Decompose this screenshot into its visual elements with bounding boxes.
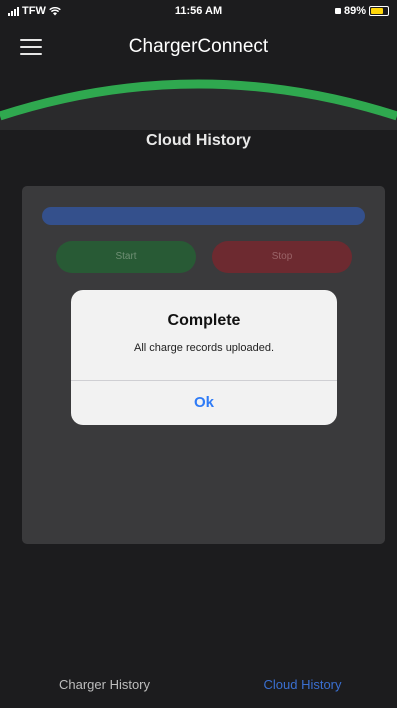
bottom-tab-bar: Charger History Cloud History <box>0 665 397 708</box>
tab-cloud-history[interactable]: Cloud History <box>220 677 385 692</box>
ok-button[interactable]: Ok <box>71 381 337 425</box>
tab-charger-history[interactable]: Charger History <box>22 677 187 692</box>
alert-title: Complete <box>167 312 241 329</box>
app-screen: TFW 11:56 AM 89% ChargerConnect Cloud Hi… <box>0 0 397 708</box>
alert-message: All charge records uploaded. <box>133 342 275 354</box>
alert-dialog: Complete All charge records uploaded. Ok <box>71 290 337 425</box>
